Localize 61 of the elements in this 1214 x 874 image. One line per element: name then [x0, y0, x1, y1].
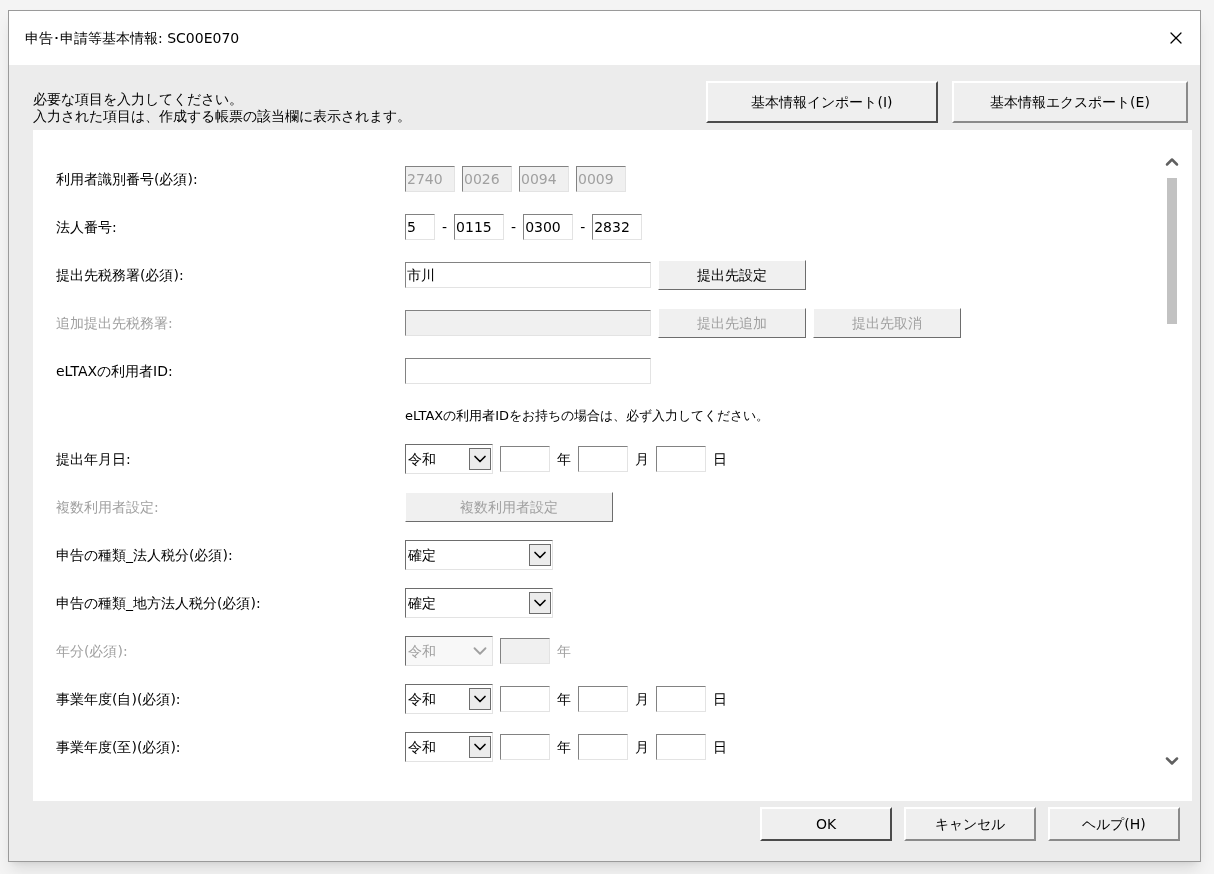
input-field[interactable] — [656, 686, 706, 712]
chevron-down-icon — [529, 544, 551, 566]
scrollbar-thumb[interactable] — [1167, 178, 1177, 324]
separator-text: 月 — [635, 689, 649, 709]
dropdown[interactable]: 令和 — [405, 444, 493, 474]
input-field[interactable] — [656, 734, 706, 760]
input-field[interactable]: 0300 — [523, 214, 574, 240]
input-field[interactable] — [578, 686, 628, 712]
input-field[interactable] — [578, 734, 628, 760]
separator-text: 日 — [713, 689, 727, 709]
chevron-down-icon — [469, 688, 491, 710]
dropdown[interactable]: 令和 — [405, 684, 493, 714]
chevron-down-icon — [469, 448, 491, 470]
field-label: 複数利用者設定: — [56, 498, 160, 517]
field-label: 提出先税務署(必須): — [56, 266, 185, 285]
input-field[interactable] — [578, 446, 628, 472]
field-label: 法人番号: — [56, 218, 118, 237]
dropdown[interactable]: 令和 — [405, 732, 493, 762]
toolbar-button[interactable]: 基本情報インポート(I) — [706, 81, 938, 123]
field-label: 利用者識別番号(必須): — [56, 170, 199, 189]
separator-text: 年 — [557, 641, 571, 661]
chevron-down-icon — [529, 592, 551, 614]
dropdown[interactable]: 確定 — [405, 540, 553, 570]
separator-text: 月 — [635, 737, 649, 757]
input-field[interactable] — [500, 686, 550, 712]
input-field[interactable]: 5 — [405, 214, 435, 240]
instruction-text: 必要な項目を入力してください。 — [33, 91, 244, 108]
separator-text: 年 — [557, 737, 571, 757]
separator-text: 月 — [635, 449, 649, 469]
separator-text: - — [511, 217, 517, 237]
separator-text: - — [442, 217, 448, 237]
chevron-down-icon — [469, 736, 491, 758]
field-label: 申告の種類_地方法人税分(必須): — [56, 594, 262, 613]
separator-text: 日 — [713, 737, 727, 757]
input-field[interactable]: 2832 — [592, 214, 643, 240]
input-field[interactable]: 0115 — [454, 214, 505, 240]
field-label: 年分(必須): — [56, 642, 129, 661]
dropdown[interactable]: 確定 — [405, 588, 553, 618]
toolbar-button[interactable]: 基本情報エクスポート(E) — [952, 81, 1188, 123]
separator-text: - — [580, 217, 586, 237]
separator-text: 年 — [557, 449, 571, 469]
separator-text: 日 — [713, 449, 727, 469]
hint-text: eLTAXの利用者IDをお持ちの場合は、必ず入力してください。 — [405, 407, 770, 425]
field-label: 事業年度(至)(必須): — [56, 738, 182, 757]
input-field[interactable] — [656, 446, 706, 472]
dialog-button[interactable]: キャンセル — [904, 807, 1036, 841]
action-button[interactable]: 提出先設定 — [658, 260, 806, 290]
field-label: 提出年月日: — [56, 450, 132, 469]
window-title: 申告･申請等基本情報: SC00E070 — [25, 28, 240, 48]
input-field[interactable] — [405, 358, 651, 384]
field-label: eLTAXの利用者ID: — [56, 362, 174, 381]
field-label: 申告の種類_法人税分(必須): — [56, 546, 234, 565]
input-field[interactable] — [500, 734, 550, 760]
field-label: 事業年度(自)(必須): — [56, 690, 182, 709]
dialog-button[interactable]: ヘルプ(H) — [1048, 807, 1180, 841]
field-label: 追加提出先税務署: — [56, 314, 174, 333]
input-field[interactable]: 市川 — [405, 262, 651, 288]
dialog-button[interactable]: OK — [760, 807, 892, 841]
separator-text: 年 — [557, 689, 571, 709]
instruction-text: 入力された項目は、作成する帳票の該当欄に表示されます。 — [33, 108, 411, 125]
input-field[interactable] — [500, 446, 550, 472]
